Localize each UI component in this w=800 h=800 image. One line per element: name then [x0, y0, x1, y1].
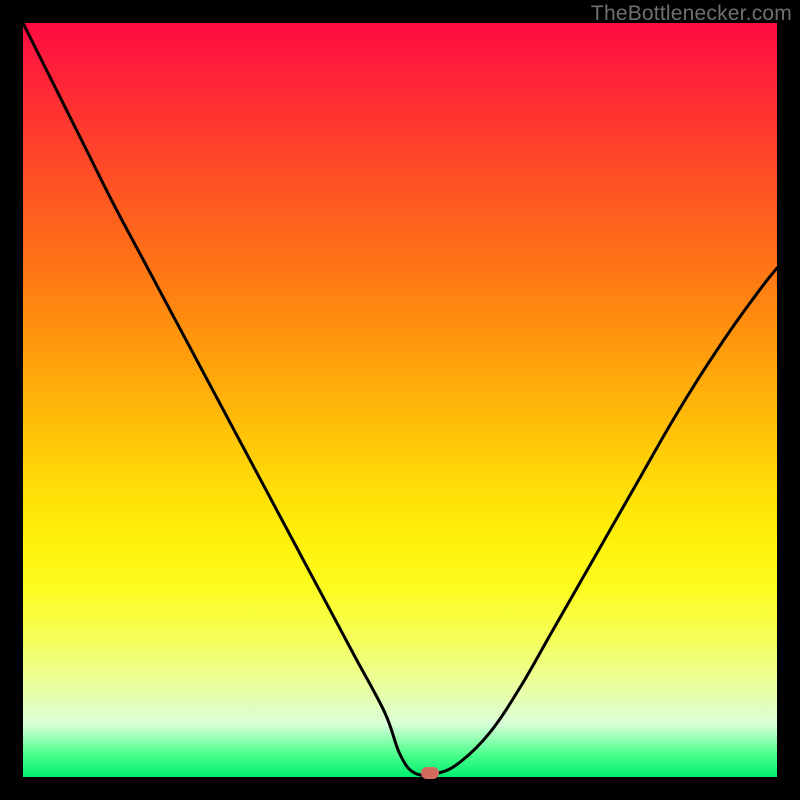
chart-frame: TheBottlenecker.com — [0, 0, 800, 800]
bottleneck-curve — [23, 23, 777, 777]
optimal-point-marker — [421, 767, 439, 779]
plot-area — [23, 23, 777, 777]
